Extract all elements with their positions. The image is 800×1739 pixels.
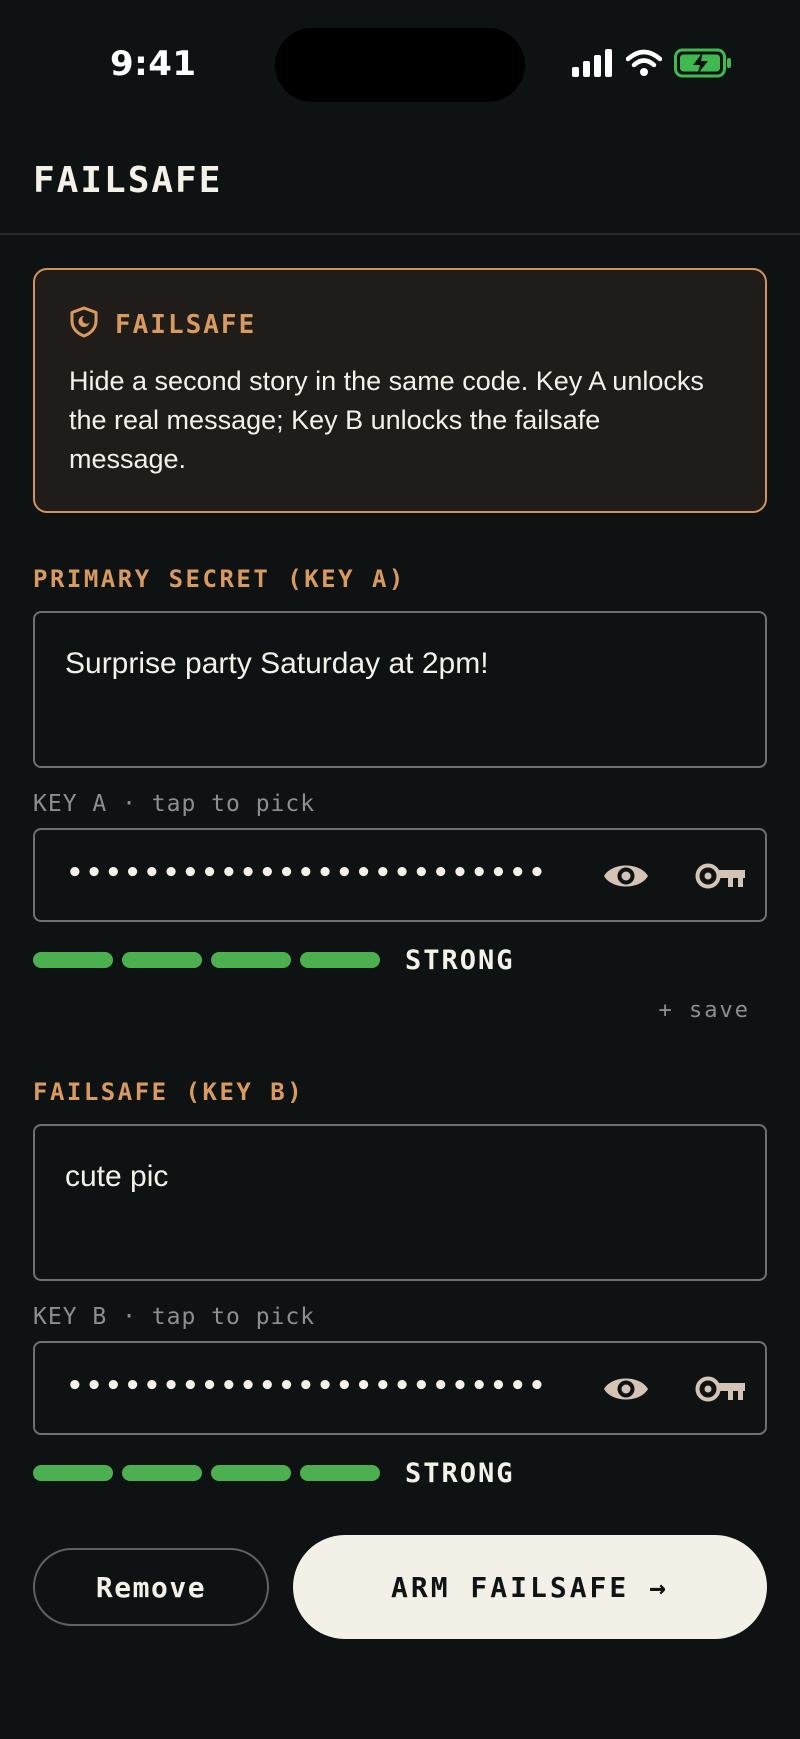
app-header: FAILSAFE [0,130,800,235]
failsafe-label: FAILSAFE (KEY B) [33,1078,305,1106]
eye-icon[interactable] [601,1367,651,1411]
key-b-masked-value: ••••••••••••••••••••••••• [67,1371,549,1401]
status-bar: 9:41 [0,0,800,130]
signal-icon [572,48,614,82]
eye-icon[interactable] [601,854,651,898]
info-card: FAILSAFE Hide a second story in the same… [33,268,767,513]
strength-segment [211,952,291,968]
dynamic-island [275,28,525,102]
primary-secret-input[interactable]: Surprise party Saturday at 2pm! [33,611,767,768]
strength-segment [211,1465,291,1481]
key-a-masked-value: ••••••••••••••••••••••••• [67,858,549,888]
status-time: 9:41 [110,44,197,84]
key-a-caption: KEY A · tap to pick [33,791,316,817]
strength-segment [33,1465,113,1481]
remove-button[interactable]: Remove [33,1548,269,1626]
primary-secret-label: PRIMARY SECRET (KEY A) [33,565,406,593]
failsafe-message-input[interactable]: cute pic [33,1124,767,1281]
strength-segment [300,1465,380,1481]
key-a-strength-meter: STRONG [33,944,515,976]
info-card-title: FAILSAFE [115,309,257,340]
arm-failsafe-button[interactable]: ARM FAILSAFE → [293,1535,767,1639]
wifi-icon [625,49,663,82]
info-card-header: FAILSAFE [69,306,256,343]
strength-segment [122,1465,202,1481]
key-b-caption: KEY B · tap to pick [33,1304,316,1330]
key-b-strength-meter: STRONG [33,1457,515,1489]
shield-icon [69,306,99,343]
key-a-strength-label: STRONG [405,944,515,976]
key-icon[interactable] [695,1365,747,1413]
key-b-strength-label: STRONG [405,1457,515,1489]
key-b-field[interactable]: ••••••••••••••••••••••••• [33,1341,767,1435]
key-a-field[interactable]: ••••••••••••••••••••••••• [33,828,767,922]
info-card-body: Hide a second story in the same code. Ke… [69,366,704,474]
strength-segment [300,952,380,968]
key-icon[interactable] [695,852,747,900]
strength-segment [33,952,113,968]
battery-charging-icon [674,48,732,83]
save-key-link[interactable]: + save [659,998,750,1023]
page-title: FAILSAFE [33,160,223,201]
status-icons [572,48,732,82]
strength-segment [122,952,202,968]
